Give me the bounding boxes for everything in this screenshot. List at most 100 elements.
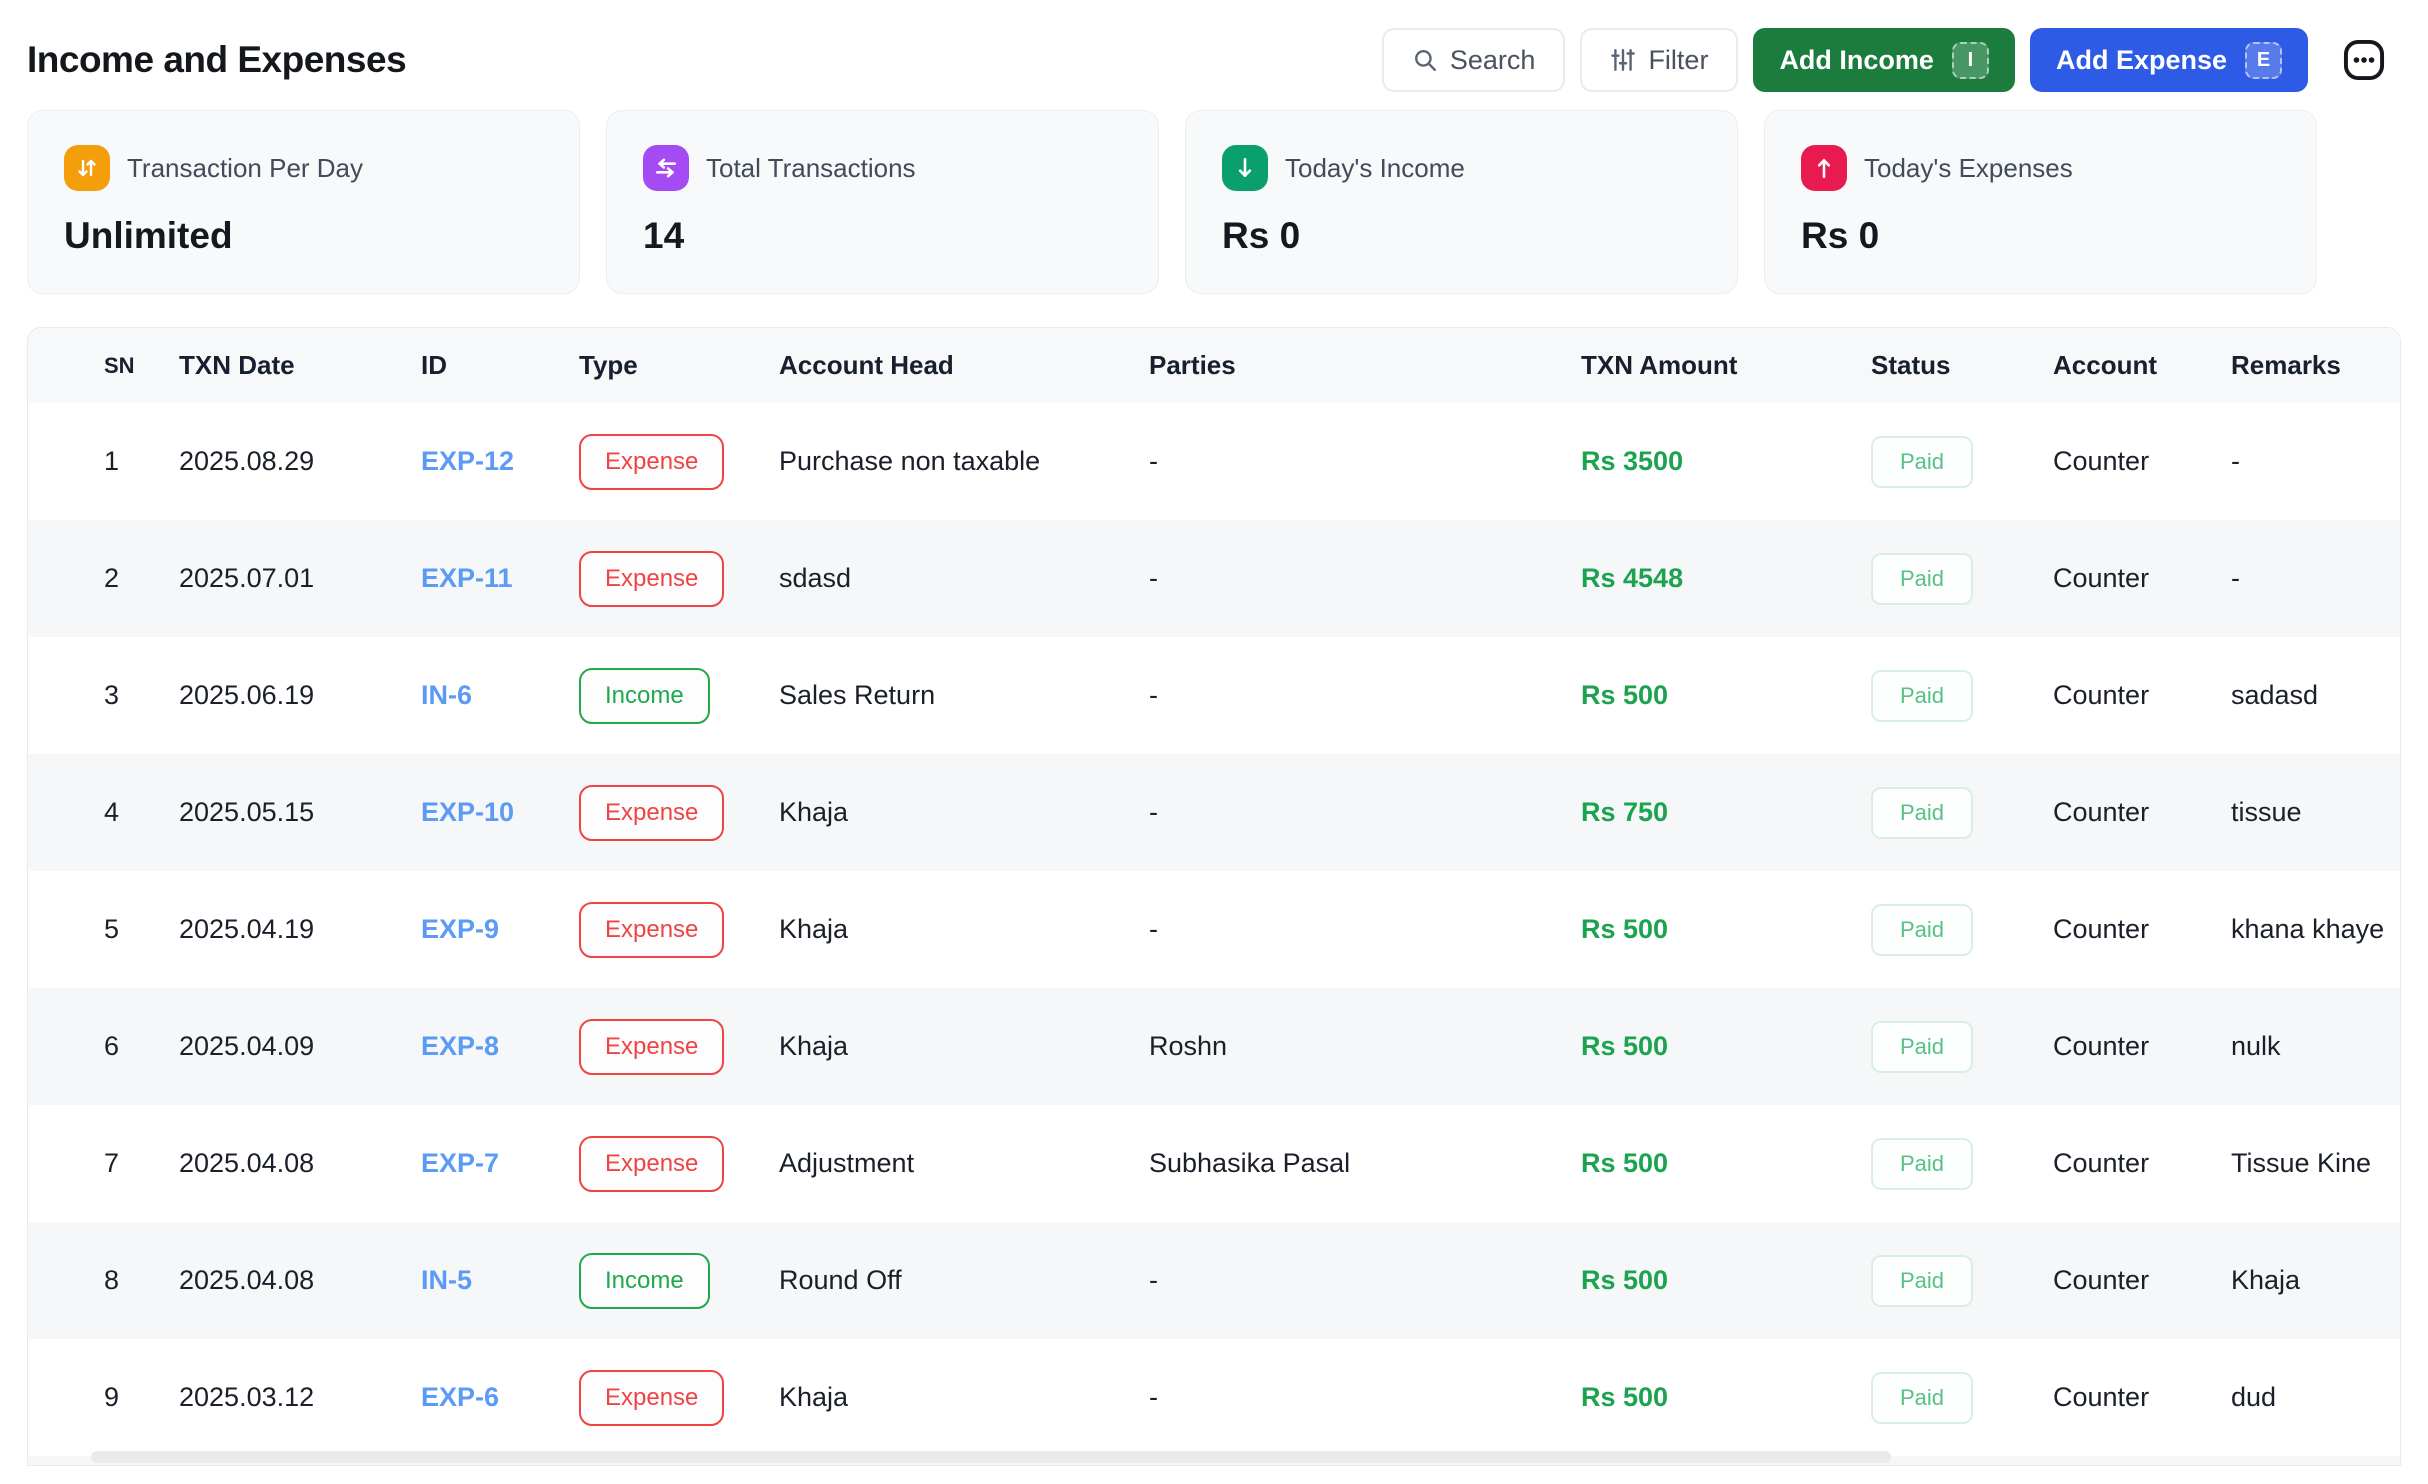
- cell-id-link[interactable]: EXP-10: [421, 797, 579, 828]
- column-header-account: Account: [2053, 350, 2231, 381]
- cell-txn-date: 2025.04.09: [179, 1031, 421, 1062]
- arrows-down-up-icon: [64, 145, 110, 191]
- status-badge: Paid: [1871, 1138, 1973, 1190]
- filter-button[interactable]: Filter: [1580, 28, 1738, 92]
- cell-sn: 3: [28, 680, 179, 711]
- ellipsis-menu-icon: [2341, 37, 2387, 83]
- column-header-txn-amount: TXN Amount: [1581, 350, 1871, 381]
- search-button-label: Search: [1450, 45, 1536, 76]
- cell-account: Counter: [2053, 797, 2231, 828]
- table-row[interactable]: 2 2025.07.01 EXP-11 Expense sdasd - Rs 4…: [28, 520, 2400, 637]
- filter-sliders-icon: [1610, 47, 1636, 73]
- table-row[interactable]: 7 2025.04.08 EXP-7 Expense Adjustment Su…: [28, 1105, 2400, 1222]
- stat-value: Rs 0: [1222, 215, 1701, 257]
- column-header-type: Type: [579, 350, 779, 381]
- table-row[interactable]: 4 2025.05.15 EXP-10 Expense Khaja - Rs 7…: [28, 754, 2400, 871]
- cell-parties: -: [1149, 1382, 1581, 1413]
- cell-txn-amount: Rs 3500: [1581, 446, 1871, 477]
- stat-card-todays-income: Today's Income Rs 0: [1185, 110, 1738, 294]
- table-body: 1 2025.08.29 EXP-12 Expense Purchase non…: [28, 403, 2400, 1456]
- cell-id-link[interactable]: IN-6: [421, 680, 579, 711]
- status-badge: Paid: [1871, 1255, 1973, 1307]
- table-row[interactable]: 5 2025.04.19 EXP-9 Expense Khaja - Rs 50…: [28, 871, 2400, 988]
- cell-account: Counter: [2053, 680, 2231, 711]
- table-row[interactable]: 6 2025.04.09 EXP-8 Expense Khaja Roshn R…: [28, 988, 2400, 1105]
- topbar: Income and Expenses Search Filter Add In…: [27, 0, 2401, 100]
- cell-remarks: nulk: [2231, 1031, 2400, 1062]
- cell-remarks: Tissue Kine: [2231, 1148, 2400, 1179]
- cell-parties: -: [1149, 797, 1581, 828]
- type-badge: Income: [579, 1253, 710, 1309]
- cell-txn-date: 2025.04.08: [179, 1265, 421, 1296]
- filter-button-label: Filter: [1648, 45, 1708, 76]
- status-badge: Paid: [1871, 787, 1973, 839]
- cell-account: Counter: [2053, 1382, 2231, 1413]
- stat-cards: Transaction Per Day Unlimited Total Tran…: [27, 110, 2401, 294]
- cell-id-link[interactable]: IN-5: [421, 1265, 579, 1296]
- add-expense-label: Add Expense: [2056, 45, 2227, 76]
- cell-remarks: sadasd: [2231, 680, 2400, 711]
- cell-parties: -: [1149, 1265, 1581, 1296]
- column-header-remarks: Remarks: [2231, 350, 2400, 381]
- cell-account-head: Round Off: [779, 1265, 1149, 1296]
- stat-value: Unlimited: [64, 215, 543, 257]
- cell-parties: -: [1149, 446, 1581, 477]
- add-expense-button[interactable]: Add Expense E: [2030, 28, 2308, 92]
- add-income-button[interactable]: Add Income I: [1753, 28, 2015, 92]
- cell-txn-date: 2025.04.08: [179, 1148, 421, 1179]
- horizontal-scrollbar[interactable]: [91, 1451, 1891, 1463]
- arrows-left-right-icon: [643, 145, 689, 191]
- search-icon: [1412, 47, 1438, 73]
- cell-txn-amount: Rs 500: [1581, 1148, 1871, 1179]
- status-badge: Paid: [1871, 904, 1973, 956]
- add-expense-shortcut-key: E: [2245, 42, 2282, 79]
- type-badge: Expense: [579, 1370, 724, 1426]
- arrow-down-icon: [1222, 145, 1268, 191]
- type-badge: Expense: [579, 1136, 724, 1192]
- cell-txn-amount: Rs 500: [1581, 1031, 1871, 1062]
- stat-card-total-transactions: Total Transactions 14: [606, 110, 1159, 294]
- cell-id-link[interactable]: EXP-6: [421, 1382, 579, 1413]
- cell-txn-date: 2025.05.15: [179, 797, 421, 828]
- cell-sn: 4: [28, 797, 179, 828]
- cell-account-head: Khaja: [779, 1382, 1149, 1413]
- table-row[interactable]: 1 2025.08.29 EXP-12 Expense Purchase non…: [28, 403, 2400, 520]
- table-row[interactable]: 8 2025.04.08 IN-5 Income Round Off - Rs …: [28, 1222, 2400, 1339]
- column-header-txn-date: TXN Date: [179, 350, 421, 381]
- cell-remarks: Khaja: [2231, 1265, 2400, 1296]
- income-expenses-page: Income and Expenses Search Filter Add In…: [0, 0, 2428, 1484]
- cell-id-link[interactable]: EXP-9: [421, 914, 579, 945]
- cell-id-link[interactable]: EXP-8: [421, 1031, 579, 1062]
- topbar-actions: Search Filter Add Income I Add Expense E: [1382, 28, 2391, 92]
- cell-account-head: Sales Return: [779, 680, 1149, 711]
- cell-id-link[interactable]: EXP-7: [421, 1148, 579, 1179]
- add-income-label: Add Income: [1779, 45, 1934, 76]
- cell-account-head: Purchase non taxable: [779, 446, 1149, 477]
- cell-parties: -: [1149, 914, 1581, 945]
- cell-remarks: -: [2231, 563, 2400, 594]
- cell-parties: Subhasika Pasal: [1149, 1148, 1581, 1179]
- cell-account: Counter: [2053, 563, 2231, 594]
- search-button[interactable]: Search: [1382, 28, 1566, 92]
- stat-value: 14: [643, 215, 1122, 257]
- column-header-id: ID: [421, 350, 579, 381]
- table-row[interactable]: 9 2025.03.12 EXP-6 Expense Khaja - Rs 50…: [28, 1339, 2400, 1456]
- stat-card-transaction-per-day: Transaction Per Day Unlimited: [27, 110, 580, 294]
- page-title: Income and Expenses: [27, 39, 406, 81]
- type-badge: Expense: [579, 785, 724, 841]
- cell-txn-amount: Rs 500: [1581, 680, 1871, 711]
- type-badge: Expense: [579, 434, 724, 490]
- status-badge: Paid: [1871, 436, 1973, 488]
- stat-label: Today's Expenses: [1864, 153, 2073, 184]
- stat-label: Today's Income: [1285, 153, 1465, 184]
- cell-txn-amount: Rs 500: [1581, 914, 1871, 945]
- cell-id-link[interactable]: EXP-12: [421, 446, 579, 477]
- type-badge: Income: [579, 668, 710, 724]
- table-row[interactable]: 3 2025.06.19 IN-6 Income Sales Return - …: [28, 637, 2400, 754]
- cell-txn-amount: Rs 500: [1581, 1265, 1871, 1296]
- cell-id-link[interactable]: EXP-11: [421, 563, 579, 594]
- cell-parties: -: [1149, 680, 1581, 711]
- cell-sn: 9: [28, 1382, 179, 1413]
- more-options-button[interactable]: [2337, 33, 2391, 87]
- cell-txn-date: 2025.06.19: [179, 680, 421, 711]
